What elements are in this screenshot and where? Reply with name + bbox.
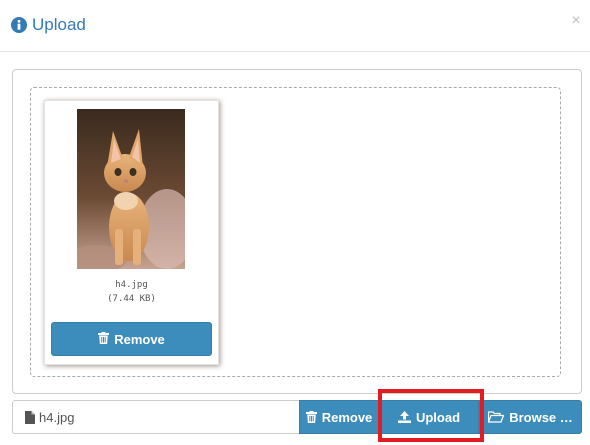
preview-remove-label: Remove bbox=[114, 331, 165, 347]
info-circle-icon bbox=[11, 17, 27, 33]
preview-file-size: (7.44 KB) bbox=[107, 294, 156, 304]
preview-remove-button[interactable]: Remove bbox=[51, 322, 212, 356]
folder-open-icon bbox=[488, 411, 505, 423]
kitten-photo bbox=[77, 109, 185, 269]
preview-file-name: h4.jpg bbox=[115, 280, 148, 290]
trash-icon bbox=[98, 331, 110, 347]
modal-title: Upload bbox=[11, 14, 86, 36]
remove-button[interactable]: Remove bbox=[299, 400, 379, 434]
modal-title-text: Upload bbox=[32, 15, 86, 34]
upload-icon bbox=[397, 411, 411, 423]
upload-button-label: Upload bbox=[415, 409, 461, 425]
browse-button[interactable]: Browse … bbox=[479, 400, 582, 434]
file-caption-text: h4.jpg bbox=[39, 409, 75, 425]
upload-button[interactable]: Upload bbox=[379, 400, 479, 434]
remove-button-label: Remove bbox=[321, 409, 373, 425]
trash-icon bbox=[305, 411, 317, 423]
browse-button-label: Browse … bbox=[509, 409, 573, 425]
file-icon bbox=[25, 410, 35, 424]
file-input-group: h4.jpg Remove Upload Browse … bbox=[12, 400, 582, 434]
file-preview-thumbnail: h4.jpg (7.44 KB) Remove bbox=[44, 100, 219, 365]
file-caption[interactable]: h4.jpg bbox=[12, 400, 300, 434]
modal-header: Upload × bbox=[0, 0, 590, 52]
close-button[interactable]: × bbox=[569, 13, 583, 29]
